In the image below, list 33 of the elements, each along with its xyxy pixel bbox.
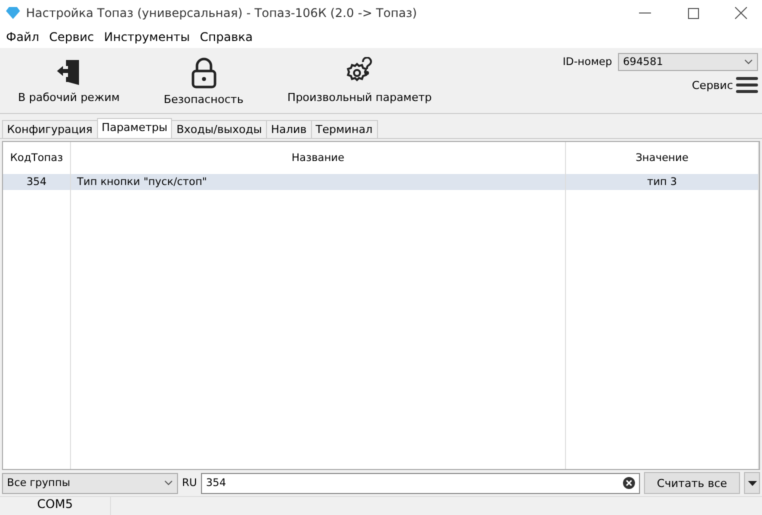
caret-icon [748,480,756,486]
menu-icon [736,76,758,94]
minimize-icon [639,12,651,14]
table-cell[interactable]: 354 [3,174,71,190]
toolbar-button[interactable]: Безопасность [156,53,252,110]
clear-icon [623,477,635,489]
dropdown-button[interactable] [744,472,760,494]
app-gem-icon [6,7,20,19]
close-icon [735,7,747,19]
service-menu-button[interactable]: Сервис [692,76,758,94]
maximize-icon [688,8,698,18]
id-dropdown[interactable]: 694581 [618,53,758,71]
toolbar-button[interactable]: Произвольный параметр [279,53,440,108]
table-cell[interactable]: тип 3 [566,174,759,190]
chevron-down-icon [744,59,753,65]
padlock-icon [190,57,217,89]
status-text: COM5 [0,497,111,515]
chevron-down-icon [164,480,173,486]
menu-item[interactable]: Справка [196,30,257,44]
tab[interactable]: Параметры [96,118,172,138]
id-label: ID-номер [562,56,612,68]
menu-item[interactable]: Файл [2,30,44,44]
toolbar-button[interactable]: В рабочий режим [10,53,128,108]
tab[interactable]: Терминал [310,120,378,138]
menu-item[interactable]: Инструменты [100,30,194,44]
table-cell[interactable]: Тип кнопки "пуск/стоп" [71,174,566,190]
language-label: RU [182,477,197,489]
menu-item[interactable]: Сервис [45,30,98,44]
tab[interactable]: Конфигурация [2,120,98,138]
read-all-button[interactable]: Считать все [644,472,740,494]
window-title: Настройка Топаз (универсальная) - Топаз-106К (2.0 -> Топаз) [26,6,418,20]
search-field[interactable]: 354 [200,472,640,494]
group-dropdown[interactable]: Все группы [2,472,178,494]
